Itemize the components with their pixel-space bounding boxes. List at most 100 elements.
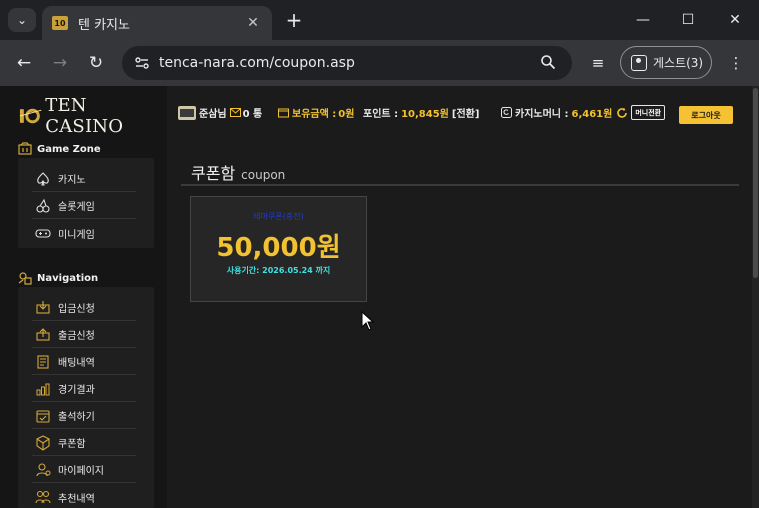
navigation-title: Navigation	[37, 272, 99, 284]
new-tab-button[interactable]: +	[282, 8, 306, 32]
page-title-ko: 쿠폰함	[191, 164, 236, 183]
window-close-icon[interactable]: ✕	[725, 10, 745, 30]
sidebar-item-referral[interactable]: 추천내역	[32, 484, 136, 508]
holding-money: 보유금액 : 0원	[278, 105, 354, 120]
attendance-icon	[36, 409, 50, 423]
sidebar-item-label: 추천내역	[58, 493, 95, 505]
sidebar-item-label: 출석하기	[58, 412, 95, 423]
tab-search-button[interactable]: ⌄	[8, 8, 36, 32]
guest-profile-icon	[631, 54, 647, 71]
favicon-icon: 10	[52, 16, 68, 30]
sidebar-item-casino[interactable]: 카지노	[32, 166, 136, 192]
sidebar-item-slot[interactable]: 슬롯게임	[32, 193, 136, 219]
sidebar-item-label: 경기결과	[58, 385, 95, 396]
forward-icon[interactable]: →	[49, 52, 71, 74]
withdraw-icon	[36, 327, 50, 341]
referral-icon	[35, 490, 51, 504]
sidebar-item-mypage[interactable]: 마이페이지	[32, 457, 136, 483]
sidebar-item-deposit[interactable]: 입금신청	[32, 295, 136, 321]
sidebar-item-bet-history[interactable]: 배팅내역	[32, 349, 136, 375]
browser-tab[interactable]: 10 텐 카지노 ✕	[42, 6, 272, 40]
sidebar-item-label: 미니게임	[58, 229, 95, 241]
holding-value: 0원	[338, 109, 355, 120]
coupon-name: 테마쿠폰(충전)	[253, 212, 304, 221]
coupon-icon	[36, 434, 50, 451]
points-convert-link[interactable]: [전환]	[452, 105, 480, 120]
page-content: TEN CASINO Game Zone 카지노 슬롯게임 미니게임 Navig…	[0, 86, 759, 508]
sidebar-item-minigame[interactable]: 미니게임	[32, 220, 136, 246]
page-scrollbar[interactable]	[752, 86, 759, 508]
tab-close-icon[interactable]: ✕	[244, 15, 262, 31]
points-value: 10,845원	[401, 109, 449, 120]
mail-icon[interactable]	[229, 108, 241, 117]
url-text[interactable]: tenca-nara.com/coupon.asp	[159, 55, 355, 71]
game-zone-heading: Game Zone	[18, 142, 101, 156]
sidebar-item-withdraw[interactable]: 출금신청	[32, 322, 136, 348]
level-badge-icon	[178, 105, 196, 120]
points-label: 포인트 :	[363, 109, 399, 120]
browser-toolbar: ← → ↻ tenca-nara.com/coupon.asp ≡ 게스트(3)…	[0, 40, 759, 86]
guest-profile-button[interactable]: 게스트(3)	[620, 46, 712, 79]
address-bar[interactable]: tenca-nara.com/coupon.asp	[122, 46, 572, 80]
mypage-icon	[36, 462, 51, 476]
coupon-expiry: 사용기간: 2026.05.24 까지	[226, 266, 331, 275]
logo-text: TEN CASINO	[45, 95, 124, 137]
message-count[interactable]: 0 통	[243, 105, 263, 120]
username: 준삼님	[199, 109, 227, 120]
sidebar-item-coupon[interactable]: 쿠폰함	[32, 430, 136, 456]
refresh-icon[interactable]	[616, 107, 628, 119]
deposit-icon	[36, 300, 50, 314]
site-info-icon[interactable]	[134, 55, 150, 71]
chevron-down-icon: ⌄	[16, 13, 28, 27]
sidebar-item-label: 쿠폰함	[58, 439, 86, 450]
search-icon[interactable]	[540, 54, 556, 70]
page-title: 쿠폰함 coupon	[191, 160, 285, 184]
user-info: 준삼님 0 통	[178, 105, 262, 120]
sidebar-item-label: 출금신청	[58, 331, 95, 342]
maximize-icon[interactable]: ☐	[678, 10, 698, 30]
coupon-amount: 50,000원	[216, 233, 341, 263]
casino-money-label: 카지노머니 :	[515, 109, 569, 120]
browser-titlebar: ⌄ 10 텐 카지노 ✕ + — ☐ ✕	[0, 0, 759, 40]
game-zone-title: Game Zone	[37, 143, 101, 155]
cherry-icon	[36, 198, 50, 213]
gamepad-icon	[35, 229, 51, 238]
sidebar-item-label: 카지노	[58, 175, 86, 186]
casino-chip-icon	[501, 107, 512, 118]
money-exchange-button[interactable]: 머니전환	[631, 105, 666, 120]
logo-icon	[19, 108, 42, 124]
casino-money-value: 6,461원	[571, 109, 613, 120]
title-divider	[181, 184, 739, 186]
sidebar: TEN CASINO Game Zone 카지노 슬롯게임 미니게임 Navig…	[0, 86, 167, 508]
bet-history-icon	[37, 354, 49, 369]
wallet-icon	[278, 108, 289, 118]
site-logo[interactable]: TEN CASINO	[18, 95, 167, 137]
reading-list-icon[interactable]: ≡	[588, 53, 608, 73]
sidebar-item-label: 마이페이지	[58, 466, 104, 477]
results-icon	[36, 383, 50, 395]
sidebar-item-results[interactable]: 경기결과	[32, 376, 136, 402]
sidebar-item-label: 슬롯게임	[58, 202, 95, 213]
mouse-cursor-icon	[361, 311, 375, 331]
spade-icon	[37, 171, 49, 186]
sidebar-item-label: 입금신청	[58, 304, 95, 315]
back-icon[interactable]: ←	[13, 52, 35, 74]
game-zone-icon	[18, 142, 32, 155]
page-title-en: coupon	[241, 168, 286, 182]
scrollbar-thumb[interactable]	[753, 88, 758, 278]
navigation-heading: Navigation	[18, 271, 98, 285]
coupon-card[interactable]: 테마쿠폰(충전) 50,000원 사용기간: 2026.05.24 까지	[190, 196, 367, 302]
navigation-icon	[18, 272, 32, 285]
minimize-icon[interactable]: —	[633, 10, 653, 30]
sidebar-item-label: 배팅내역	[58, 358, 95, 369]
sidebar-item-attendance[interactable]: 출석하기	[32, 403, 136, 429]
casino-money: 카지노머니 : 6,461원 머니전환	[501, 105, 666, 120]
points: 포인트 : 10,845원 [전환]	[363, 105, 479, 120]
reload-icon[interactable]: ↻	[85, 52, 107, 74]
tab-title: 텐 카지노	[78, 17, 130, 33]
guest-label: 게스트(3)	[653, 56, 704, 70]
menu-icon[interactable]: ⋮	[726, 53, 746, 73]
logout-button[interactable]: 로그아웃	[679, 106, 733, 124]
holding-label: 보유금액 :	[292, 109, 337, 120]
user-info-bar: 준삼님 0 통 보유금액 : 0원 포인트 : 10,845원 [전환] 카지노…	[167, 100, 759, 126]
